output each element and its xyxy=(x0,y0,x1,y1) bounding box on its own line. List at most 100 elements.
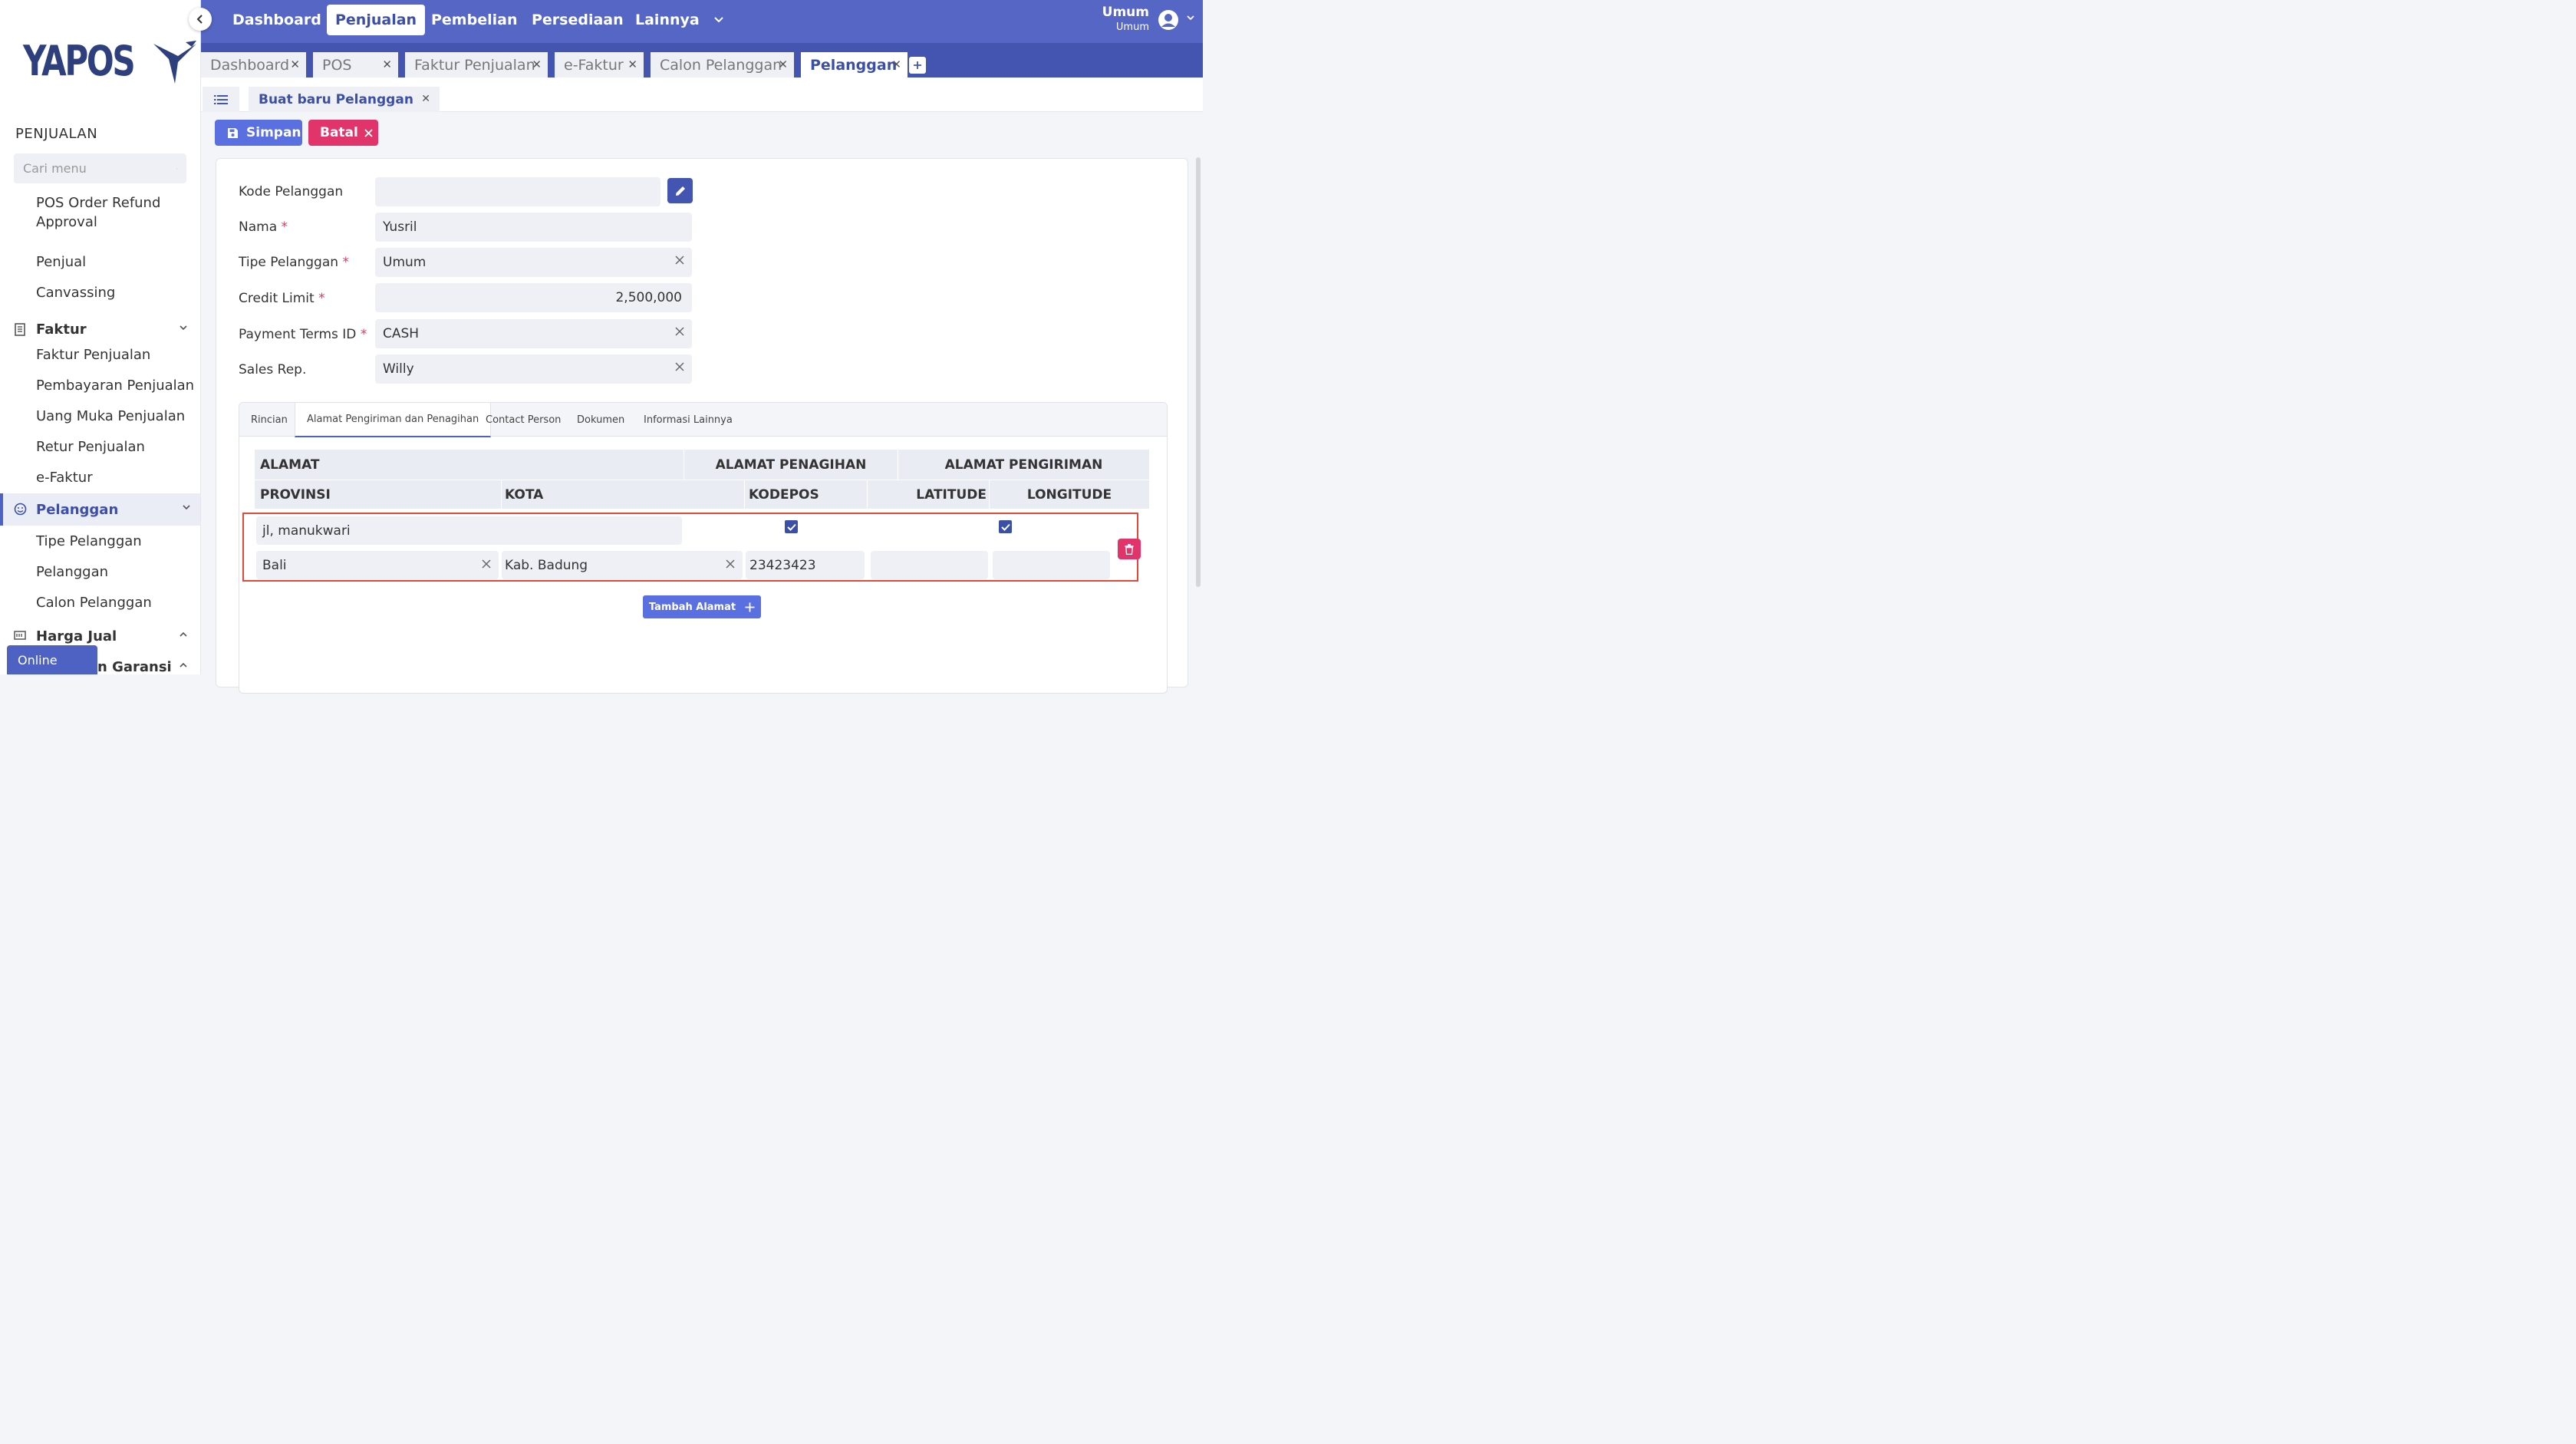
sidebar-item-label: Retur Penjualan xyxy=(36,439,145,455)
required-marker: * xyxy=(360,327,367,342)
sidebar-item-faktur-penjualan[interactable]: Faktur Penjualan xyxy=(0,340,200,371)
tipe-pelanggan-label: Tipe Pelanggan * xyxy=(239,255,349,270)
sidebar-item-pos-order-refund-approval[interactable]: POS Order Refund Approval xyxy=(0,193,176,252)
save-button[interactable]: Simpan xyxy=(215,120,302,146)
tipe-pelanggan-select[interactable]: Umum xyxy=(375,248,692,277)
online-status-badge[interactable]: Online xyxy=(7,645,97,674)
close-subtab-icon[interactable]: ✕ xyxy=(421,93,430,105)
avatar-icon[interactable] xyxy=(1158,9,1179,31)
close-tab-icon[interactable]: ✕ xyxy=(532,58,542,71)
sidebar-item-canvassing[interactable]: Canvassing xyxy=(0,283,200,314)
required-marker: * xyxy=(318,291,325,306)
tab-pelanggan[interactable]: Pelanggan ✕ xyxy=(801,52,908,77)
add-address-button[interactable]: Tambah Alamat xyxy=(643,595,761,618)
close-tab-icon[interactable]: ✕ xyxy=(290,58,300,71)
pengiriman-checkbox[interactable] xyxy=(999,520,1012,533)
user-chevron-down-icon[interactable] xyxy=(1186,15,1195,21)
brand-name: YAPOS xyxy=(23,37,136,85)
cancel-button[interactable]: Batal xyxy=(308,120,378,146)
chevron-up-icon xyxy=(180,662,187,668)
kodepos-input[interactable]: 23423423 xyxy=(746,551,865,579)
required-marker: * xyxy=(281,219,288,235)
tab-calon-pelanggan[interactable]: Calon Pelanggan ✕ xyxy=(651,52,794,77)
tab-dashboard[interactable]: Dashboard ✕ xyxy=(201,52,306,77)
menu-search[interactable] xyxy=(14,153,186,183)
close-tab-icon[interactable]: ✕ xyxy=(382,58,392,71)
tab-rincian[interactable]: Rincian xyxy=(239,403,299,437)
latitude-input[interactable] xyxy=(871,551,988,579)
page-scrollbar[interactable] xyxy=(1196,157,1201,587)
tab-contact-person[interactable]: Contact Person xyxy=(474,403,572,437)
delete-address-button[interactable] xyxy=(1118,539,1141,559)
close-tab-icon[interactable]: ✕ xyxy=(778,58,788,71)
longitude-input[interactable] xyxy=(993,551,1110,579)
kode-pelanggan-input[interactable] xyxy=(375,177,660,206)
tab-label: Pelanggan xyxy=(810,56,898,74)
tab-alamat-pengiriman-dan-penagihan[interactable]: Alamat Pengiriman dan Penagihan xyxy=(295,403,492,437)
provinsi-select[interactable]: Bali xyxy=(256,551,499,579)
tab-e-faktur[interactable]: e-Faktur ✕ xyxy=(555,52,644,77)
close-icon xyxy=(364,128,373,137)
sidebar-item-tipe-pelanggan[interactable]: Tipe Pelanggan xyxy=(0,526,200,556)
clear-icon[interactable] xyxy=(675,327,684,336)
sales-rep-select[interactable]: Willy xyxy=(375,354,692,384)
list-icon xyxy=(214,94,228,104)
sidebar-group-label: Faktur xyxy=(36,321,87,338)
user-name: Umum xyxy=(1102,5,1149,20)
close-tab-icon[interactable]: ✕ xyxy=(891,58,901,71)
tab-faktur-penjualan[interactable]: Faktur Penjualan ✕ xyxy=(405,52,548,77)
search-icon[interactable] xyxy=(176,163,177,174)
tab-label: Faktur Penjualan xyxy=(414,56,535,74)
payment-terms-select[interactable]: CASH xyxy=(375,319,692,348)
more-chevron-down-icon[interactable] xyxy=(713,16,724,24)
clear-icon[interactable] xyxy=(675,362,684,371)
customer-icon xyxy=(14,503,27,516)
list-view-button[interactable] xyxy=(203,87,239,112)
penagihan-checkbox[interactable] xyxy=(785,520,798,533)
nav-persediaan[interactable]: Persediaan xyxy=(523,5,632,35)
sub-tab-bar: Buat baru Pelanggan ✕ xyxy=(201,77,1203,112)
sidebar-item-penjual[interactable]: Penjual xyxy=(0,252,200,283)
add-tab-button[interactable] xyxy=(909,57,926,74)
nav-pembelian[interactable]: Pembelian xyxy=(423,5,525,35)
kota-select[interactable]: Kab. Badung xyxy=(502,551,743,579)
tab-pos[interactable]: POS ✕ xyxy=(313,52,398,77)
sidebar-collapse-button[interactable] xyxy=(189,8,212,31)
tab-informasi-lainnya[interactable]: Informasi Lainnya xyxy=(632,403,744,437)
chevron-up-icon xyxy=(180,631,187,637)
pencil-icon xyxy=(675,186,685,196)
tipe-pelanggan-value: Umum xyxy=(383,255,427,270)
sidebar-item-calon-pelanggan[interactable]: Calon Pelanggan xyxy=(0,587,200,618)
close-tab-icon[interactable]: ✕ xyxy=(628,58,637,71)
user-role: Umum xyxy=(1115,21,1149,33)
clear-icon[interactable] xyxy=(482,559,491,569)
menu-search-input[interactable] xyxy=(23,161,176,176)
sidebar-item-e-faktur[interactable]: e-Faktur xyxy=(0,463,200,493)
edit-kode-button[interactable] xyxy=(667,178,693,203)
payment-terms-label: Payment Terms ID * xyxy=(239,327,367,342)
nama-input[interactable]: Yusril xyxy=(375,213,692,242)
sidebar-item-label: Tipe Pelanggan xyxy=(36,533,142,549)
nav-lainnya[interactable]: Lainnya xyxy=(627,5,708,35)
clear-icon[interactable] xyxy=(675,256,684,265)
nama-label: Nama * xyxy=(239,219,288,235)
add-address-label: Tambah Alamat xyxy=(648,601,736,613)
price-icon xyxy=(14,631,26,640)
user-info[interactable]: Umum Umum xyxy=(1102,5,1149,33)
payment-terms-value: CASH xyxy=(383,326,420,341)
tab-dokumen[interactable]: Dokumen xyxy=(565,403,636,437)
sidebar-item-uang-muka-penjualan[interactable]: Uang Muka Penjualan xyxy=(0,401,200,432)
header-longitude: LONGITUDE xyxy=(990,480,1149,509)
sidebar-item-pembayaran-penjualan[interactable]: Pembayaran Penjualan xyxy=(0,371,200,401)
nav-dashboard[interactable]: Dashboard xyxy=(224,5,330,35)
credit-limit-input[interactable]: 2,500,000 xyxy=(375,283,692,312)
sidebar-group-pelanggan[interactable]: Pelanggan xyxy=(0,493,200,526)
nav-penjualan[interactable]: Penjualan xyxy=(327,5,426,35)
clear-icon[interactable] xyxy=(726,559,735,569)
sidebar-item-retur-penjualan[interactable]: Retur Penjualan xyxy=(0,432,200,463)
sales-rep-value: Willy xyxy=(383,361,414,377)
subtab-buat-baru-pelanggan[interactable]: Buat baru Pelanggan ✕ xyxy=(249,87,440,112)
sales-rep-label: Sales Rep. xyxy=(239,362,307,377)
sidebar-item-pelanggan[interactable]: Pelanggan xyxy=(0,556,200,587)
alamat-input[interactable]: jl, manukwari xyxy=(256,516,682,545)
